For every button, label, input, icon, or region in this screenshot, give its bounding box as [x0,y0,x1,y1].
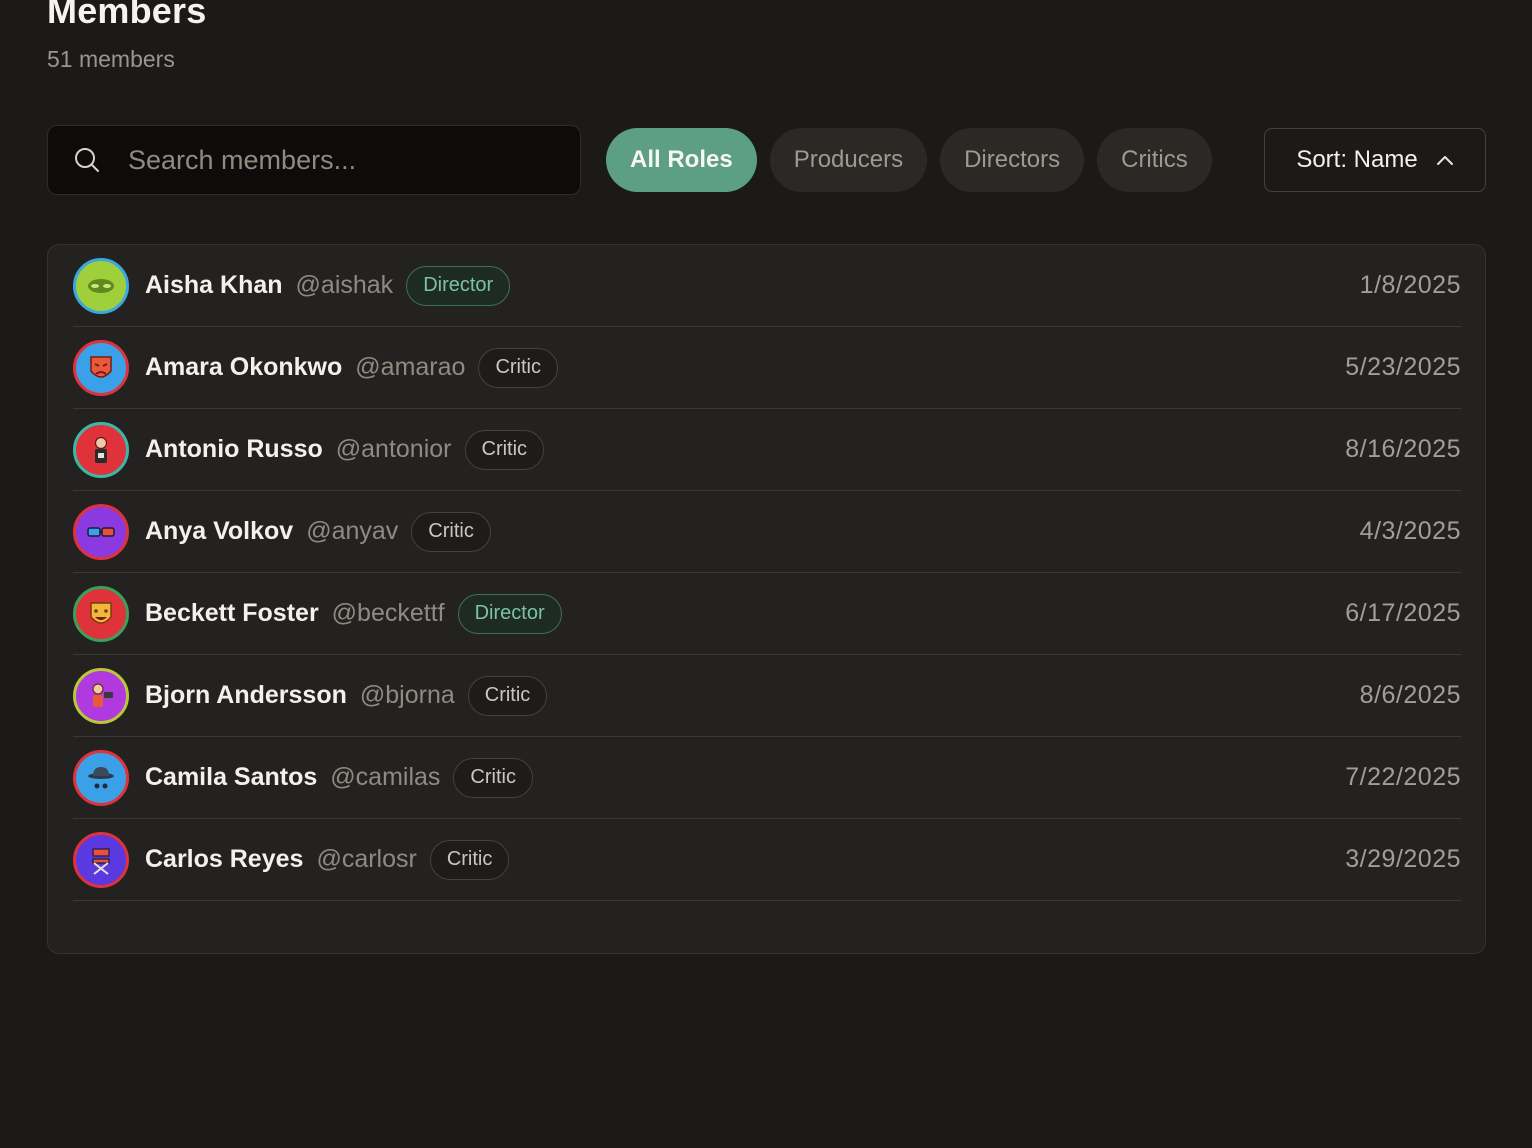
avatar[interactable] [73,585,129,642]
avatar[interactable] [73,257,129,314]
member-row[interactable]: Camila Santos @camilas Critic 7/22/2025 [73,737,1461,819]
join-date: 7/22/2025 [1345,763,1461,791]
role-badge: Critic [411,511,491,552]
join-date: 1/8/2025 [1359,271,1461,299]
member-name[interactable]: Amara Okonkwo [145,353,342,382]
member-handle: @beckettf [331,599,445,627]
avatar[interactable] [73,339,129,396]
director-chair-icon [92,847,110,875]
role-badge: Critic [429,839,510,880]
member-row[interactable]: Beckett Foster @beckettf Director 6/17/2025 [73,573,1461,655]
search-input[interactable] [128,140,548,180]
member-row[interactable]: Amara Okonkwo @amarao Critic 5/23/2025 [73,327,1461,409]
3d-glasses-icon [87,526,115,537]
join-date: 5/23/2025 [1345,353,1461,381]
role-badge: Director [406,265,511,306]
chevron-up-icon [1436,156,1453,165]
members-list: Aisha Khan @aishak Director 1/8/2025 Amara O… [47,244,1486,954]
join-date: 8/16/2025 [1345,435,1461,463]
smiling-mask-icon [90,601,112,624]
avatar[interactable] [73,421,129,478]
role-badge: Critic [478,347,558,388]
member-count: 51 members [47,46,175,72]
member-row[interactable]: Carlos Reyes @carlosr Critic 3/29/2025 [73,819,1461,901]
person-icon [94,436,108,463]
role-filter-group: All Roles Producers Directors Critics [606,128,1212,192]
member-row[interactable]: Antonio Russo @antonior Critic 8/16/2025 [73,409,1461,491]
member-handle: @amarao [355,353,466,381]
join-date: 8/6/2025 [1359,681,1461,709]
mask-icon [88,278,114,293]
join-date: 6/17/2025 [1345,599,1461,627]
member-row[interactable]: Anya Volkov @anyav Critic 4/3/2025 [73,491,1461,573]
avatar[interactable] [73,749,129,806]
member-handle: @bjorna [359,681,455,709]
member-name[interactable]: Antonio Russo [145,435,323,464]
member-handle: @anyav [306,517,399,545]
member-name[interactable]: Carlos Reyes [145,845,303,874]
role-badge: Critic [453,757,533,798]
member-handle: @aishak [295,271,394,299]
member-row[interactable]: Bjorn Andersson @bjorna Critic 8/6/2025 [73,655,1461,737]
hat-icon [88,766,114,788]
role-badge: Critic [464,429,545,470]
join-date: 3/29/2025 [1345,845,1461,873]
member-name[interactable]: Anya Volkov [145,517,293,546]
search-icon [75,148,99,172]
sort-button[interactable]: Sort: Name [1264,128,1486,192]
sort-label: Sort: Name [1296,146,1418,173]
member-name[interactable]: Aisha Khan [145,271,283,300]
role-badge: Director [457,593,562,634]
member-row[interactable]: Aisha Khan @aishak Director 1/8/2025 [73,245,1461,327]
member-handle: @carlosr [316,845,417,873]
theater-mask-icon [90,355,112,378]
avatar[interactable] [73,831,129,888]
filter-producers[interactable]: Producers [769,128,928,192]
page-title: Members [47,0,207,31]
member-handle: @camilas [330,763,441,791]
filter-all-roles[interactable]: All Roles [606,128,757,192]
member-name[interactable]: Bjorn Andersson [145,681,347,710]
join-date: 4/3/2025 [1359,517,1461,545]
search-box[interactable] [47,125,581,195]
member-name[interactable]: Camila Santos [145,763,317,792]
member-name[interactable]: Beckett Foster [145,599,319,628]
filter-directors[interactable]: Directors [940,128,1085,192]
member-handle: @antonior [335,435,452,463]
filter-critics[interactable]: Critics [1097,128,1212,192]
avatar[interactable] [73,667,129,724]
members-page: Members 51 members All Roles Producers D… [0,0,1532,1148]
camera-operator-icon [92,682,113,707]
avatar[interactable] [73,503,129,560]
role-badge: Critic [467,675,548,716]
